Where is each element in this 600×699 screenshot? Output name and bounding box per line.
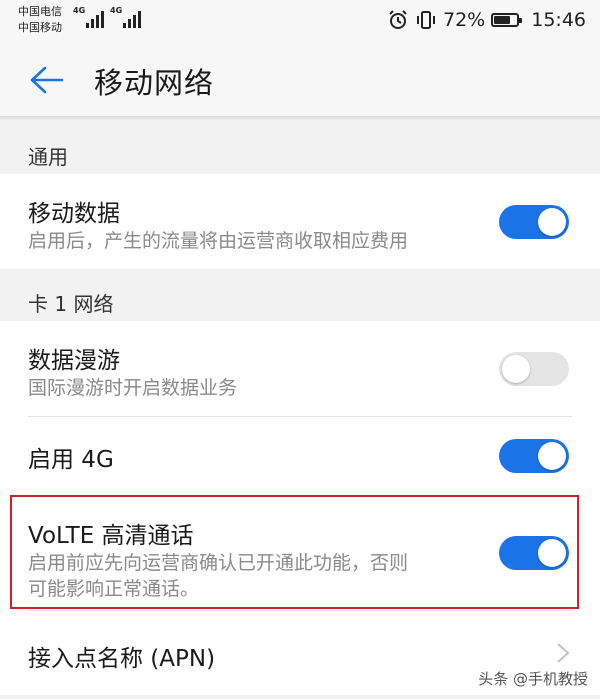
page-title: 移动网络 — [94, 66, 215, 100]
app-bar-shadow — [0, 116, 600, 120]
chevron-right-icon[interactable] — [556, 642, 570, 664]
carrier-1-label: 中国电信 — [18, 5, 62, 18]
volte-row[interactable]: VoLTE 高清通话 启用前应先向运营商确认已开通此功能，否则 可能影响正常通话… — [0, 496, 600, 609]
toggle-knob — [502, 355, 530, 383]
mobile-data-subtitle: 启用后，产生的流量将由运营商收取相应费用 — [28, 230, 409, 252]
back-arrow-icon — [30, 66, 64, 94]
carrier-2-label: 中国移动 — [18, 21, 62, 34]
enable-4g-toggle[interactable] — [499, 439, 569, 473]
clock: 15:46 — [531, 9, 586, 31]
network-type-2: 4G — [110, 6, 123, 15]
mobile-data-row[interactable]: 移动数据 启用后，产生的流量将由运营商收取相应费用 — [0, 174, 600, 269]
card1-settings-list: 数据漫游 国际漫游时开启数据业务 启用 4G VoLTE 高清通话 启用前应先向… — [0, 321, 600, 695]
vibrate-icon — [417, 11, 435, 29]
app-bar: 移动网络 — [0, 44, 600, 116]
battery-icon — [491, 13, 523, 27]
section-header-general: 通用 — [28, 145, 68, 169]
apn-title: 接入点名称 (APN) — [28, 646, 216, 672]
volte-subtitle-line2: 可能影响正常通话。 — [28, 578, 200, 600]
toggle-knob — [538, 539, 566, 567]
battery-percent: 72% — [443, 9, 486, 31]
data-roaming-title: 数据漫游 — [28, 348, 120, 374]
status-bar: 中国电信 中国移动 4G 4G 72% 15:46 — [0, 0, 600, 44]
volte-title: VoLTE 高清通话 — [28, 523, 194, 549]
toggle-knob — [538, 208, 566, 236]
alarm-icon — [389, 10, 407, 29]
back-button[interactable] — [28, 62, 68, 98]
volte-toggle[interactable] — [499, 536, 569, 570]
battery-level-fill — [494, 16, 511, 24]
signal-icon — [123, 10, 141, 28]
signal-icon — [86, 10, 104, 28]
data-roaming-subtitle: 国际漫游时开启数据业务 — [28, 377, 238, 399]
toggle-knob — [538, 442, 566, 470]
section-header-card1: 卡 1 网络 — [28, 292, 114, 316]
data-roaming-toggle[interactable] — [499, 352, 569, 386]
network-type-1: 4G — [73, 6, 86, 15]
enable-4g-title: 启用 4G — [28, 447, 114, 473]
mobile-data-title: 移动数据 — [28, 201, 120, 227]
enable-4g-row[interactable]: 启用 4G — [0, 417, 600, 495]
volte-subtitle-line1: 启用前应先向运营商确认已开通此功能，否则 — [28, 552, 409, 574]
status-icons: 72% 15:46 — [387, 6, 586, 34]
watermark: 头条 @手机教授 — [478, 670, 588, 688]
mobile-data-toggle[interactable] — [499, 205, 569, 239]
data-roaming-row[interactable]: 数据漫游 国际漫游时开启数据业务 — [0, 321, 600, 416]
